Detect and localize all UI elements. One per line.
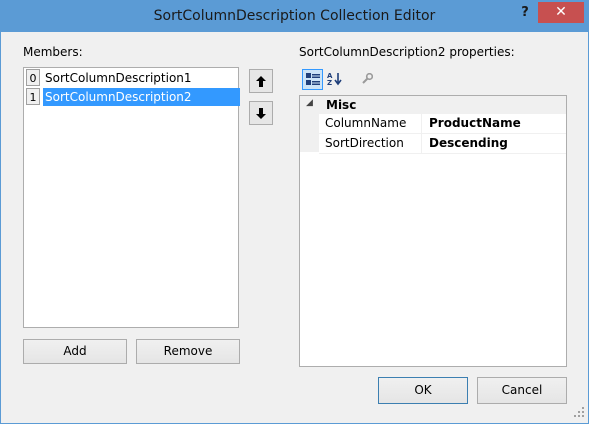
column-divider: [421, 114, 422, 133]
column-divider: [421, 134, 422, 153]
property-toolbar: A Z: [299, 68, 567, 93]
property-name: SortDirection: [325, 136, 404, 150]
categorized-button[interactable]: [302, 69, 323, 90]
property-value[interactable]: Descending: [429, 136, 508, 150]
member-name: SortColumnDescription2: [43, 88, 240, 106]
close-button[interactable]: ✕: [538, 2, 584, 23]
property-pages-button[interactable]: [356, 69, 377, 90]
alphabetical-icon: A Z: [327, 72, 343, 89]
property-pages-icon: [361, 72, 373, 88]
members-label: Members:: [23, 45, 83, 59]
move-up-button[interactable]: [249, 69, 273, 93]
collapse-triangle-icon[interactable]: ◢: [306, 98, 313, 108]
property-grid[interactable]: ◢ Misc ColumnName ProductName SortDirect…: [299, 95, 567, 367]
property-name: ColumnName: [325, 116, 407, 130]
categorized-icon: [305, 73, 320, 89]
dialog-title: SortColumnDescription Collection Editor: [153, 8, 436, 24]
member-item[interactable]: 0 SortColumnDescription1: [25, 69, 238, 87]
arrow-up-icon: [256, 76, 266, 90]
member-name: SortColumnDescription1: [45, 71, 192, 85]
cancel-button[interactable]: Cancel: [477, 377, 567, 404]
resize-grip-icon[interactable]: [573, 406, 585, 418]
add-button[interactable]: Add: [23, 339, 127, 364]
remove-button[interactable]: Remove: [136, 339, 240, 364]
ok-button[interactable]: OK: [378, 377, 468, 404]
arrow-down-icon: [256, 108, 266, 122]
members-list[interactable]: 0 SortColumnDescription1 1 SortColumnDes…: [23, 67, 240, 328]
title-bar[interactable]: SortColumnDescription Collection Editor …: [1, 1, 588, 32]
property-row[interactable]: SortDirection Descending: [319, 134, 566, 154]
move-down-button[interactable]: [249, 101, 273, 125]
member-index: 0: [26, 69, 40, 86]
property-row[interactable]: ColumnName ProductName: [319, 114, 566, 134]
collection-editor-dialog: SortColumnDescription Collection Editor …: [0, 0, 589, 424]
category-label: Misc: [326, 98, 357, 112]
member-item-selected[interactable]: 1 SortColumnDescription2: [25, 88, 240, 106]
category-row-misc[interactable]: ◢ Misc: [300, 96, 566, 114]
alphabetical-button[interactable]: A Z: [324, 69, 345, 90]
help-button[interactable]: ?: [512, 2, 538, 24]
property-value[interactable]: ProductName: [429, 116, 521, 130]
svg-text:Z: Z: [327, 79, 332, 86]
properties-label: SortColumnDescription2 properties:: [299, 45, 515, 59]
member-index: 1: [26, 88, 40, 105]
